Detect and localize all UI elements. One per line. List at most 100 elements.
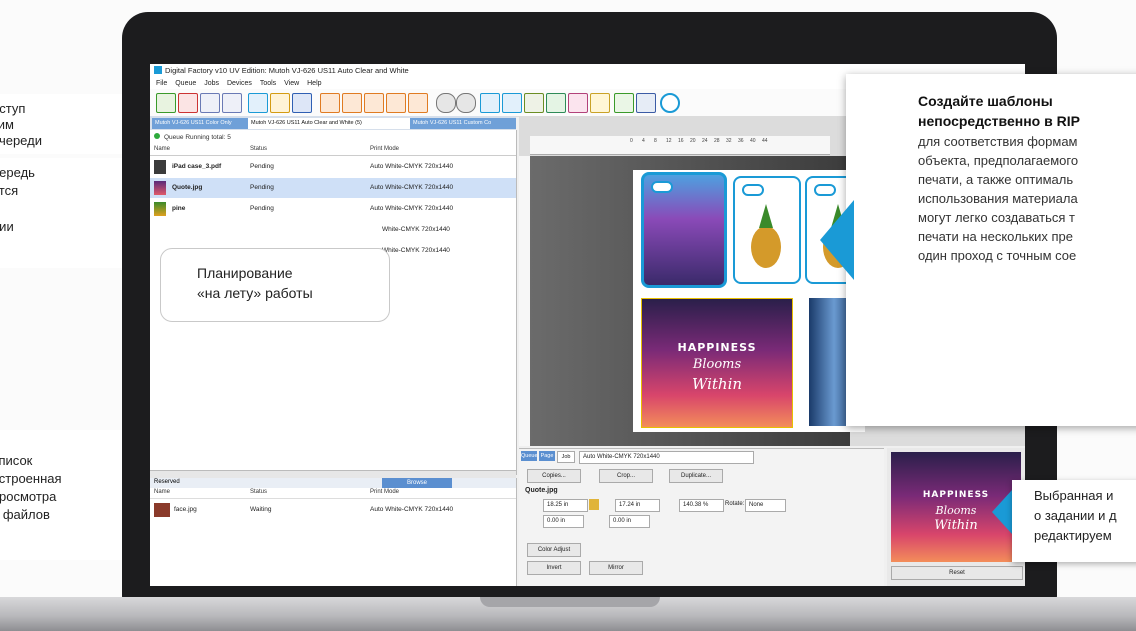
menu-help[interactable]: Help xyxy=(307,80,321,87)
tab-browse[interactable]: Browse xyxy=(382,478,452,488)
job-mode: White-CMYK 720x1440 xyxy=(382,247,450,254)
reserved-tabs: Reserved Browse xyxy=(150,478,516,488)
palette-icon[interactable] xyxy=(590,93,610,113)
camera-cutout xyxy=(814,184,836,196)
width-field[interactable]: 18.25 in xyxy=(543,499,588,512)
phone-case-template[interactable] xyxy=(733,176,801,284)
copies-button[interactable]: Copies... xyxy=(527,469,581,483)
tab-custom[interactable]: Mutoh VJ-626 US11 Custom Co xyxy=(410,118,516,129)
table-row[interactable]: White-CMYK 720x1440 xyxy=(150,220,516,240)
x-offset-field[interactable]: 0.00 in xyxy=(543,515,584,528)
ruler-tick: 20 xyxy=(690,138,696,144)
height-field[interactable]: 17.24 in xyxy=(615,499,660,512)
job-info-callout: Выбранная и о задании и д редактируем xyxy=(1012,480,1136,562)
y-offset-field[interactable]: 0.00 in xyxy=(609,515,650,528)
document-edit-icon[interactable] xyxy=(222,93,242,113)
column-name[interactable]: Name xyxy=(154,146,170,152)
camera-cutout xyxy=(742,184,764,196)
ruler-tick: 8 xyxy=(654,138,657,144)
reset-button[interactable]: Reset xyxy=(891,566,1023,580)
remove-job-icon[interactable] xyxy=(178,93,198,113)
file-thumbnail xyxy=(154,160,166,174)
ruler-tick: 4 xyxy=(642,138,645,144)
column-print-mode[interactable]: Print Mode xyxy=(370,146,399,152)
table-row[interactable]: iPad case_3.pdf Pending Auto White-CMYK … xyxy=(150,157,516,177)
tab-reserved[interactable]: Reserved xyxy=(154,479,180,485)
align-left-icon[interactable] xyxy=(342,93,362,113)
move-icon[interactable] xyxy=(320,93,340,113)
duplicate-button[interactable]: Duplicate... xyxy=(669,469,723,483)
scale-field[interactable]: 140.38 % xyxy=(679,499,724,512)
table-row[interactable]: Quote.jpg Pending Auto White-CMYK 720x14… xyxy=(150,178,516,198)
crop-button[interactable]: Crop... xyxy=(599,469,653,483)
align-bottom-icon[interactable] xyxy=(408,93,428,113)
menu-queue[interactable]: Queue xyxy=(175,80,196,87)
globe-icon[interactable] xyxy=(436,93,456,113)
menu-file[interactable]: File xyxy=(156,80,167,87)
monitor-icon[interactable] xyxy=(636,93,656,113)
menu-tools[interactable]: Tools xyxy=(260,80,276,87)
ink-icon[interactable] xyxy=(546,93,566,113)
callout-text: редактируем xyxy=(1034,528,1112,543)
column-status[interactable]: Status xyxy=(250,489,267,495)
device-settings-icon[interactable] xyxy=(502,93,522,113)
speech-bubble: Планирование «на лету» работы xyxy=(160,248,390,322)
layout-icon[interactable] xyxy=(270,93,290,113)
tools-icon[interactable] xyxy=(614,93,634,113)
bubble-text: Планирование xyxy=(197,265,293,281)
color-adjust-button[interactable]: Color Adjust xyxy=(527,543,581,557)
artwork-text: HAPPINESS xyxy=(677,341,757,354)
printer-icon[interactable] xyxy=(248,93,268,113)
callout-text: встроенная xyxy=(0,471,62,486)
rotate-select[interactable]: None xyxy=(745,499,786,512)
document-icon[interactable] xyxy=(200,93,220,113)
menu-devices[interactable]: Devices xyxy=(227,80,252,87)
align-right-icon[interactable] xyxy=(364,93,384,113)
column-print-mode[interactable]: Print Mode xyxy=(370,489,399,495)
table-row[interactable]: pine Pending Auto White-CMYK 720x1440 xyxy=(150,199,516,219)
calibration-icon[interactable] xyxy=(524,93,544,113)
ruler-tick: 24 xyxy=(702,138,708,144)
callout-text: нередь xyxy=(0,165,35,180)
cancel-icon[interactable] xyxy=(456,93,476,113)
add-job-icon[interactable] xyxy=(156,93,176,113)
print-mode-select[interactable]: Auto White-CMYK 720x1440 xyxy=(579,451,754,464)
callout-text: использования материала xyxy=(918,191,1078,206)
artwork-text: Blooms xyxy=(692,357,742,372)
job-mode: Auto White-CMYK 720x1440 xyxy=(370,184,454,191)
table-row[interactable]: face.jpg Waiting Auto White-CMYK 720x144… xyxy=(150,500,516,520)
job-name: iPad case_3.pdf xyxy=(172,163,222,170)
invert-button[interactable]: Invert xyxy=(527,561,581,575)
pineapple-leaves xyxy=(759,204,773,228)
tab-color-only[interactable]: Mutoh VJ-626 US11 Color Only xyxy=(152,118,252,129)
tab-job[interactable]: Job xyxy=(557,451,575,463)
tab-queue[interactable]: Queue xyxy=(521,451,538,461)
camera-cutout xyxy=(651,181,673,193)
color-icon[interactable] xyxy=(568,93,588,113)
callout-text: нии xyxy=(0,219,14,234)
menu-view[interactable]: View xyxy=(284,80,299,87)
device-icon[interactable] xyxy=(480,93,500,113)
column-name[interactable]: Name xyxy=(154,489,170,495)
bubble-text: «на лету» работы xyxy=(197,285,313,301)
queue-status-text: Queue Running total: 5 xyxy=(164,134,231,141)
ruler-tick: 32 xyxy=(726,138,732,144)
callout-text: очереди xyxy=(0,133,42,148)
save-icon[interactable] xyxy=(292,93,312,113)
file-thumbnail xyxy=(154,503,170,517)
column-status[interactable]: Status xyxy=(250,146,267,152)
phone-case-template[interactable] xyxy=(641,172,727,288)
menu-jobs[interactable]: Jobs xyxy=(204,80,219,87)
quote-artwork[interactable]: HAPPINESS Blooms Within xyxy=(641,298,793,428)
mirror-button[interactable]: Mirror xyxy=(589,561,643,575)
ruler-tick: 12 xyxy=(666,138,672,144)
callout-text: а файлов xyxy=(0,507,50,522)
align-top-icon[interactable] xyxy=(386,93,406,113)
callout-text: о задании и д xyxy=(1034,508,1117,523)
tab-auto-clear-white[interactable]: Mutoh VJ-626 US11 Auto Clear and White (… xyxy=(248,118,414,129)
lock-icon[interactable] xyxy=(589,499,599,510)
job-status: Pending xyxy=(250,163,274,170)
clock-icon[interactable] xyxy=(660,93,680,113)
job-mode: Auto White-CMYK 720x1440 xyxy=(370,205,454,212)
tab-page[interactable]: Page xyxy=(539,451,555,461)
